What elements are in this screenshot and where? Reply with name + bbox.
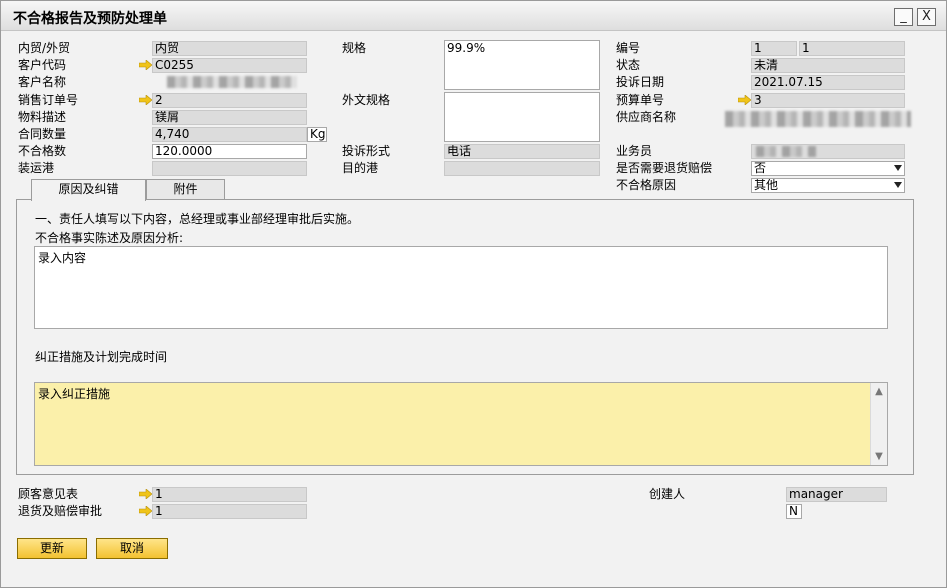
reason-dropdown[interactable]: 其他	[751, 178, 905, 193]
correction-text: 录入纠正措施	[38, 387, 111, 401]
chevron-down-icon[interactable]	[894, 182, 902, 188]
complaint-form-label: 投诉形式	[342, 144, 391, 158]
customer-name-redacted	[167, 76, 297, 88]
status-field[interactable]: 未清	[751, 58, 905, 73]
analysis-textarea[interactable]: 录入内容	[34, 246, 888, 329]
report-window: 不合格报告及预防处理单 _ X 内贸/外贸 内贸 客户代码 C0255 客户名称…	[0, 0, 947, 588]
salesperson-label: 业务员	[616, 144, 653, 158]
contract-qty-field[interactable]: 4,740	[152, 127, 307, 142]
number-field[interactable]: 1	[799, 41, 905, 56]
scroll-down-icon[interactable]: ▼	[871, 448, 887, 465]
return-label: 是否需要退货赔偿	[616, 161, 713, 175]
material-desc-label: 物料描述	[18, 110, 67, 124]
return-value: 否	[754, 161, 767, 175]
complaint-date-label: 投诉日期	[616, 75, 665, 89]
trade-type-field[interactable]: 内贸	[152, 41, 307, 56]
dest-port-label: 目的港	[342, 161, 379, 175]
link-arrow-icon[interactable]	[139, 60, 152, 70]
salesperson-redacted	[756, 146, 816, 157]
contract-qty-label: 合同数量	[18, 127, 67, 141]
salesperson-field[interactable]	[751, 144, 905, 159]
title-bar: 不合格报告及预防处理单 _ X	[1, 1, 946, 31]
contract-qty-unit: Kg	[307, 127, 327, 142]
feedback-label: 顾客意见表	[18, 487, 79, 501]
scroll-up-icon[interactable]: ▲	[871, 383, 887, 400]
feedback-field[interactable]: 1	[152, 487, 307, 502]
correction-textarea[interactable]: 录入纠正措施 ▲ ▼	[34, 382, 888, 466]
link-arrow-icon[interactable]	[139, 95, 152, 105]
loading-port-label: 装运港	[18, 161, 55, 175]
correction-label: 纠正措施及计划完成时间	[35, 350, 168, 364]
spec-field[interactable]: 99.9%	[444, 40, 600, 90]
sales-order-field[interactable]: 2	[152, 93, 307, 108]
creator-flag-field[interactable]: N	[786, 504, 802, 519]
budget-no-label: 预算单号	[616, 93, 665, 107]
tab-attachments[interactable]: 附件	[146, 179, 225, 200]
spec-label: 规格	[342, 41, 367, 55]
loading-port-field[interactable]	[152, 161, 307, 176]
reason-value: 其他	[754, 178, 779, 192]
tab-reason-correction[interactable]: 原因及纠错	[31, 179, 146, 201]
correction-scrollbar[interactable]: ▲ ▼	[870, 383, 887, 465]
link-arrow-icon[interactable]	[738, 95, 751, 105]
reason-label: 不合格原因	[616, 178, 677, 192]
return-approval-field[interactable]: 1	[152, 504, 307, 519]
link-arrow-icon[interactable]	[139, 506, 152, 516]
link-arrow-icon[interactable]	[139, 489, 152, 499]
creator-label: 创建人	[649, 487, 686, 501]
nonconform-qty-field[interactable]: 120.0000	[152, 144, 307, 159]
trade-type-label: 内贸/外贸	[18, 41, 71, 55]
number-label: 编号	[616, 41, 641, 55]
complaint-date-field[interactable]: 2021.07.15	[751, 75, 905, 90]
status-label: 状态	[616, 58, 641, 72]
supplier-label: 供应商名称	[616, 110, 677, 124]
material-desc-field[interactable]: 镁屑	[152, 110, 307, 125]
supplier-name-redacted	[725, 111, 911, 127]
number-series-field[interactable]: 1	[751, 41, 797, 56]
complaint-form-field[interactable]: 电话	[444, 144, 600, 159]
creator-field[interactable]: manager	[786, 487, 887, 502]
sales-order-label: 销售订单号	[18, 93, 79, 107]
analysis-label: 不合格事实陈述及原因分析:	[35, 231, 184, 245]
instruction-text: 一、责任人填写以下内容，总经理或事业部经理审批后实施。	[35, 212, 360, 226]
foreign-spec-field[interactable]	[444, 92, 600, 142]
return-approval-label: 退货及赔偿审批	[18, 504, 103, 518]
window-title: 不合格报告及预防处理单	[13, 11, 167, 27]
customer-code-label: 客户代码	[18, 58, 67, 72]
dest-port-field[interactable]	[444, 161, 600, 176]
customer-code-field[interactable]: C0255	[152, 58, 307, 73]
cancel-button[interactable]: 取消	[96, 538, 168, 559]
close-button[interactable]: X	[917, 8, 936, 26]
minimize-button[interactable]: _	[894, 8, 913, 26]
return-dropdown[interactable]: 否	[751, 161, 905, 176]
update-button[interactable]: 更新	[17, 538, 87, 559]
tab-panel: 一、责任人填写以下内容，总经理或事业部经理审批后实施。 不合格事实陈述及原因分析…	[16, 199, 914, 475]
budget-no-field[interactable]: 3	[751, 93, 905, 108]
chevron-down-icon[interactable]	[894, 165, 902, 171]
customer-name-label: 客户名称	[18, 75, 67, 89]
foreign-spec-label: 外文规格	[342, 93, 391, 107]
nonconform-qty-label: 不合格数	[18, 144, 67, 158]
